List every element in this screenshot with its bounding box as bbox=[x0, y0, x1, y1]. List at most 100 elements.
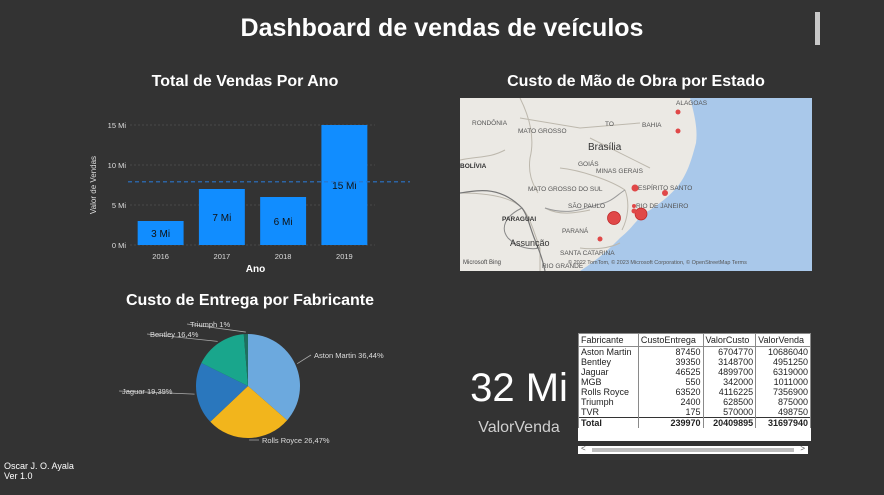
table-cell: Triumph bbox=[578, 397, 639, 407]
table-cell: 31697940 bbox=[755, 417, 811, 428]
map-bubble[interactable] bbox=[634, 207, 648, 221]
y-tick-label: 0 Mi bbox=[112, 241, 127, 250]
table-cell: 498750 bbox=[755, 407, 811, 418]
scroll-left-icon[interactable]: < bbox=[581, 444, 586, 453]
map-bubble[interactable] bbox=[662, 190, 668, 196]
map-copyright[interactable]: © 2022 TomTom, © 2023 Microsoft Corporat… bbox=[568, 259, 747, 266]
map-label-minas: MINAS GERAIS bbox=[596, 168, 644, 175]
pie-slice-label: Aston Martin 36,44% bbox=[314, 351, 384, 360]
table-horizontal-scrollbar[interactable]: < > bbox=[578, 444, 808, 454]
table-cell: 628500 bbox=[702, 397, 757, 407]
map-bubble[interactable] bbox=[597, 236, 603, 242]
table-cell: 4899700 bbox=[702, 367, 757, 377]
kpi-label: ValorVenda bbox=[478, 419, 560, 436]
x-tick-label: 2019 bbox=[336, 252, 353, 261]
map-label-assuncao: Assunção bbox=[510, 238, 550, 248]
table-cell: 875000 bbox=[755, 397, 811, 407]
pie-slice-label: Jaguar 19,39% bbox=[122, 387, 173, 396]
manufacturer-table[interactable]: Fabricante CustoEntrega ValorCusto Valor… bbox=[578, 333, 811, 441]
pie-leader-line bbox=[296, 354, 312, 365]
table-row[interactable]: MGB 550 342000 1011000 bbox=[578, 377, 811, 387]
map-label-ms: MATO GROSSO DO SUL bbox=[528, 186, 603, 193]
table-cell: 7356900 bbox=[755, 387, 811, 397]
map-label-alagoas: ALAGOAS bbox=[676, 100, 708, 107]
table-header-row: Fabricante CustoEntrega ValorCusto Valor… bbox=[578, 333, 811, 347]
bing-logo: Microsoft Bing bbox=[463, 260, 501, 266]
dashboard-title: Dashboard de vendas de veículos bbox=[240, 14, 644, 42]
column-header-valor-venda[interactable]: ValorVenda bbox=[755, 333, 811, 347]
table-cell: 239970 bbox=[637, 417, 704, 428]
column-header-custo-entrega[interactable]: CustoEntrega bbox=[637, 333, 704, 347]
sales-by-year-bar-chart[interactable]: 0 Mi 5 Mi 10 Mi 15 Mi 3 Mi 2016 7 Mi 2017 6 Mi 20… bbox=[80, 110, 410, 275]
table-cell: Jaguar bbox=[578, 367, 639, 377]
map-label-goias: GOIÁS bbox=[578, 159, 599, 168]
table-cell: 6319000 bbox=[755, 367, 811, 377]
table-cell: 342000 bbox=[702, 377, 757, 387]
map-bubble[interactable] bbox=[675, 128, 681, 134]
column-header-valor-custo[interactable]: ValorCusto bbox=[702, 333, 757, 347]
table-cell: 10686040 bbox=[755, 346, 811, 357]
table-row[interactable]: Rolls Royce 63520 4116225 7356900 bbox=[578, 387, 811, 397]
table-cell: 570000 bbox=[702, 407, 757, 418]
table-cell: 1011000 bbox=[755, 377, 811, 387]
map-bubble[interactable] bbox=[632, 204, 636, 208]
map-label-rondonia: RONDÔNIA bbox=[472, 118, 508, 127]
author-name: Oscar J. O. Ayala bbox=[4, 461, 74, 471]
map-title: Custo de Mão de Obra por Estado bbox=[507, 73, 765, 90]
table-cell: 20409895 bbox=[702, 417, 757, 428]
table-cell: 4951250 bbox=[755, 357, 811, 367]
pie-chart-title: Custo de Entrega por Fabricante bbox=[125, 292, 375, 309]
map-label-brasilia: Brasília bbox=[588, 142, 622, 153]
table-cell: Total bbox=[578, 417, 639, 428]
y-tick-label: 5 Mi bbox=[112, 201, 127, 210]
map-label-bahia: BAHIA bbox=[642, 122, 662, 129]
pie-slice-label: Rolls Royce 26,47% bbox=[262, 436, 330, 445]
kpi-value: 32 Mi bbox=[470, 366, 568, 410]
table-cell: 175 bbox=[637, 407, 704, 418]
table-row[interactable]: Triumph 2400 628500 875000 bbox=[578, 397, 811, 407]
labor-cost-map[interactable]: RONDÔNIA MATO GROSSO BOLÍVIA Brasília GO… bbox=[460, 98, 812, 271]
data-table: Fabricante CustoEntrega ValorCusto Valor… bbox=[578, 333, 811, 428]
author-credit: Oscar J. O. Ayala Ver 1.0 bbox=[4, 461, 74, 481]
y-axis-label: Valor de Vendas bbox=[89, 156, 98, 214]
bar-data-label: 7 Mi bbox=[212, 213, 231, 224]
map-label-to: TO bbox=[605, 121, 614, 128]
map-label-mato-grosso: MATO GROSSO bbox=[518, 128, 567, 135]
map-bubble[interactable] bbox=[675, 109, 681, 115]
table-row[interactable]: Aston Martin 87450 6704770 10686040 bbox=[578, 346, 811, 357]
map-bubble[interactable] bbox=[631, 208, 637, 214]
table-body: Aston Martin 87450 6704770 10686040 Bentley 3… bbox=[578, 346, 811, 428]
pie-slice-label: Triumph 1% bbox=[190, 320, 230, 329]
table-cell: TVR bbox=[578, 407, 639, 418]
scrollbar-thumb[interactable] bbox=[592, 448, 794, 452]
scroll-right-icon[interactable]: > bbox=[800, 444, 805, 453]
table-cell: 550 bbox=[637, 377, 704, 387]
table-row[interactable]: TVR 175 570000 498750 bbox=[578, 407, 811, 418]
column-header-fabricante[interactable]: Fabricante bbox=[578, 333, 639, 347]
table-row[interactable]: Jaguar 46525 4899700 6319000 bbox=[578, 367, 811, 377]
table-cell: 3148700 bbox=[702, 357, 757, 367]
map-bubble[interactable] bbox=[631, 184, 639, 192]
x-tick-label: 2017 bbox=[214, 252, 231, 261]
map-bubble[interactable] bbox=[607, 211, 621, 225]
map-label-paraguai: PARAGUAI bbox=[502, 216, 536, 223]
table-cell: Bentley bbox=[578, 357, 639, 367]
map-label-bolivia: BOLÍVIA bbox=[460, 161, 487, 170]
map-label-sao-paulo: SÃO PAULO bbox=[568, 201, 605, 210]
table-cell: Aston Martin bbox=[578, 346, 639, 357]
bar-data-label: 6 Mi bbox=[274, 217, 293, 228]
table-cell: Rolls Royce bbox=[578, 387, 639, 397]
table-cell: 2400 bbox=[637, 397, 704, 407]
pie-slice-label: Bentley 16,4% bbox=[150, 330, 199, 339]
version-label: Ver 1.0 bbox=[4, 471, 33, 481]
map-label-santa-catarina: SANTA CATARINA bbox=[560, 250, 615, 257]
page-scroll-indicator[interactable] bbox=[815, 12, 820, 45]
y-tick-label: 15 Mi bbox=[108, 121, 127, 130]
table-cell: 87450 bbox=[637, 346, 704, 357]
table-row[interactable]: Bentley 39350 3148700 4951250 bbox=[578, 357, 811, 367]
table-total-row[interactable]: Total 239970 20409895 31697940 bbox=[578, 417, 811, 428]
x-axis-label: Ano bbox=[246, 264, 265, 275]
table-cell: 6704770 bbox=[702, 346, 757, 357]
delivery-cost-pie-chart[interactable]: Aston Martin 36,44% Rolls Royce 26,47% Jag… bbox=[100, 312, 420, 457]
bar-data-label: 3 Mi bbox=[151, 229, 170, 240]
